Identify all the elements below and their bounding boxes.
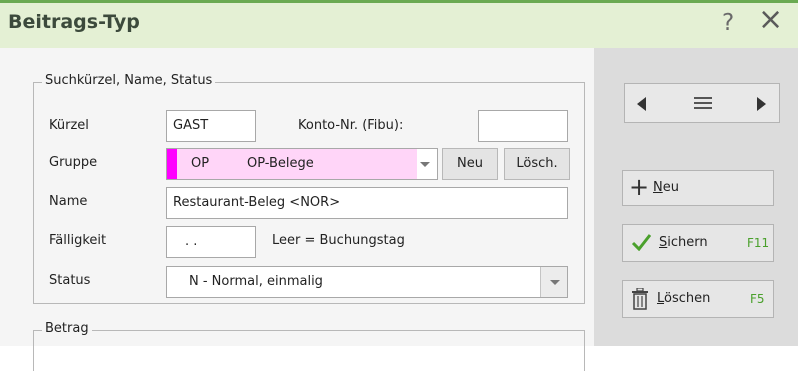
konto-input[interactable] [478, 110, 568, 142]
triangle-right-icon[interactable] [757, 97, 766, 111]
record-navigator [624, 83, 780, 123]
window-title: Beitrags-Typ [8, 11, 140, 33]
gruppe-code: OP [191, 156, 210, 171]
form-area: Suchkürzel, Name, Status Kürzel GAST Kon… [0, 48, 594, 371]
title-bar: Beitrags-Typ ? × [0, 0, 798, 48]
status-label: Status [49, 273, 91, 288]
gruppe-delete-button[interactable]: Lösch. [504, 148, 570, 180]
group-legend: Betrag [42, 321, 92, 336]
side-panel: + Neu Sichern F11 Löschen F5 [594, 48, 798, 346]
delete-button[interactable]: Löschen F5 [622, 280, 774, 318]
status-select[interactable]: N - Normal, einmalig [166, 266, 568, 298]
gruppe-color-swatch [167, 149, 177, 179]
status-value: N - Normal, einmalig [189, 274, 323, 289]
faelligkeit-label: Fälligkeit [49, 233, 107, 248]
delete-shortcut: F5 [750, 292, 765, 306]
kuerzel-input[interactable]: GAST [166, 110, 256, 142]
gruppe-new-button[interactable]: Neu [442, 148, 498, 180]
chevron-down-icon[interactable] [411, 149, 437, 179]
group-betrag: Betrag [33, 321, 585, 371]
hamburger-icon[interactable] [694, 97, 712, 109]
help-button[interactable]: ? [722, 10, 734, 36]
gruppe-label: Gruppe [49, 155, 98, 170]
save-button-label: Sichern [659, 235, 708, 250]
konto-label: Konto-Nr. (Fibu): [298, 118, 404, 133]
gruppe-name: OP-Belege [247, 156, 314, 171]
close-button[interactable]: × [758, 5, 783, 35]
save-button[interactable]: Sichern F11 [622, 224, 774, 262]
save-shortcut: F11 [747, 236, 770, 250]
faelligkeit-hint: Leer = Buchungstag [272, 233, 405, 248]
gruppe-combo[interactable]: OP OP-Belege [166, 148, 438, 180]
kuerzel-label: Kürzel [49, 118, 89, 133]
name-label: Name [49, 194, 88, 209]
new-button[interactable]: + Neu [622, 170, 774, 206]
name-input[interactable]: Restaurant-Beleg <NOR> [166, 187, 568, 219]
chevron-down-icon[interactable] [540, 267, 567, 297]
group-legend: Suchkürzel, Name, Status [42, 73, 216, 88]
faelligkeit-input[interactable]: . . [166, 226, 256, 258]
trash-icon [631, 287, 649, 310]
plus-icon: + [629, 173, 650, 201]
delete-button-label: Löschen [657, 291, 711, 306]
checkmark-icon [631, 233, 652, 252]
triangle-left-icon[interactable] [637, 97, 646, 111]
new-button-label: Neu [653, 180, 679, 195]
